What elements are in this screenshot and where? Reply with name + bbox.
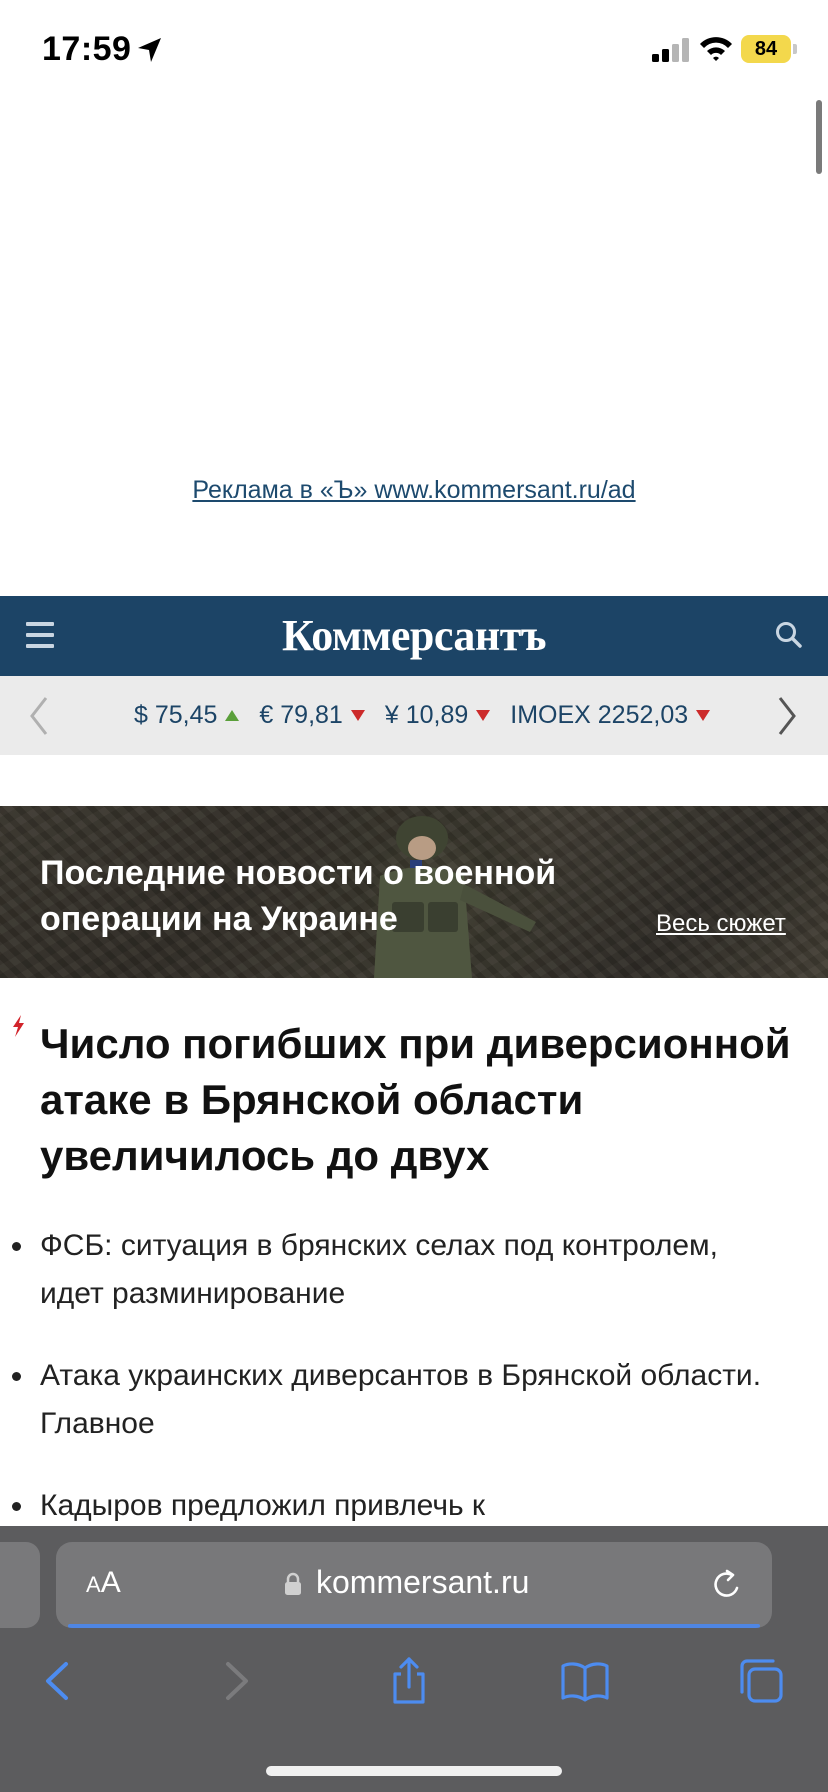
reader-options-button[interactable]: AA <box>86 1566 121 1600</box>
chevron-left-icon[interactable] <box>24 694 54 738</box>
site-header: Коммерсантъ <box>0 596 828 676</box>
address-bar[interactable]: AA kommersant.ru <box>56 1542 772 1628</box>
scroll-indicator[interactable] <box>816 100 822 174</box>
bullet-dot <box>12 1372 21 1381</box>
cellular-signal-icon <box>652 38 689 62</box>
list-item[interactable]: Кадыров предложил привлечь к <box>0 1482 828 1530</box>
ticker-item-cny[interactable]: ¥ 10,89 <box>384 701 491 730</box>
ticker-imoex-value: IMOEX 2252,03 <box>510 701 689 729</box>
trend-down-icon <box>696 710 711 721</box>
ticker-item-usd[interactable]: $ 75,45 <box>134 701 240 730</box>
location-arrow-icon <box>138 38 161 62</box>
bullet-dot <box>12 1242 21 1251</box>
bullet-dot <box>12 1502 21 1511</box>
page: 17:59 84 Реклама в «Ъ» www.kommersant.ru… <box>0 0 828 1792</box>
list-item-text: Кадыров предложил привлечь к <box>40 1489 486 1522</box>
bookmarks-icon[interactable] <box>560 1656 610 1706</box>
status-time: 17:59 <box>42 30 132 68</box>
ticker-item-eur[interactable]: € 79,81 <box>259 701 365 730</box>
battery-icon: 84 <box>741 35 791 63</box>
lock-icon <box>285 1572 301 1595</box>
related-list: ФСБ: ситуация в брянских селах под контр… <box>0 1222 828 1564</box>
site-logo[interactable]: Коммерсантъ <box>0 610 828 661</box>
trend-down-icon <box>350 710 365 721</box>
list-item[interactable]: ФСБ: ситуация в брянских селах под контр… <box>0 1222 828 1318</box>
currency-ticker: $ 75,45 € 79,81 ¥ 10,89 IMOEX 2252,03 <box>0 676 828 755</box>
banner-title[interactable]: Последние новости о военной операции на … <box>40 850 600 942</box>
ticker-item-imoex[interactable]: IMOEX 2252,03 <box>510 701 711 730</box>
back-icon[interactable] <box>34 1656 84 1706</box>
ticker-cny-value: ¥ 10,89 <box>384 701 469 729</box>
ticker-items: $ 75,45 € 79,81 ¥ 10,89 IMOEX 2252,03 <box>134 676 730 755</box>
search-icon[interactable] <box>774 620 804 650</box>
chevron-right-icon[interactable] <box>772 694 802 738</box>
battery-cap <box>793 44 797 54</box>
tabs-icon[interactable] <box>736 1656 786 1706</box>
list-item-text: Атака украинских диверсантов в Брянской … <box>40 1359 762 1440</box>
ticker-usd-value: $ 75,45 <box>134 701 218 729</box>
forward-icon[interactable] <box>210 1656 260 1706</box>
list-item-text: ФСБ: ситуация в брянских селах под контр… <box>40 1229 719 1310</box>
lightning-icon <box>13 1015 24 1037</box>
aa-large-label: A <box>100 1566 121 1599</box>
reload-icon[interactable] <box>710 1568 744 1602</box>
previous-tab-peek[interactable] <box>0 1542 40 1628</box>
banner-all-story-link[interactable]: Весь сюжет <box>656 910 786 938</box>
page-load-progress <box>68 1624 760 1628</box>
article-headline[interactable]: Число погибших при диверсионной атаке в … <box>40 1016 810 1184</box>
share-icon[interactable] <box>384 1656 434 1706</box>
ad-link[interactable]: Реклама в «Ъ» www.kommersant.ru/ad <box>0 476 828 505</box>
home-indicator[interactable] <box>266 1766 562 1776</box>
status-bar: 17:59 84 <box>0 0 828 100</box>
trend-down-icon <box>476 710 491 721</box>
ticker-eur-value: € 79,81 <box>259 701 343 729</box>
battery-level: 84 <box>754 38 778 60</box>
list-item[interactable]: Атака украинских диверсантов в Брянской … <box>0 1352 828 1448</box>
story-banner[interactable]: Последние новости о военной операции на … <box>0 806 828 978</box>
url-text: kommersant.ru <box>316 1564 530 1600</box>
wifi-icon <box>700 37 732 61</box>
aa-small-label: A <box>86 1572 101 1597</box>
trend-up-icon <box>225 710 240 721</box>
